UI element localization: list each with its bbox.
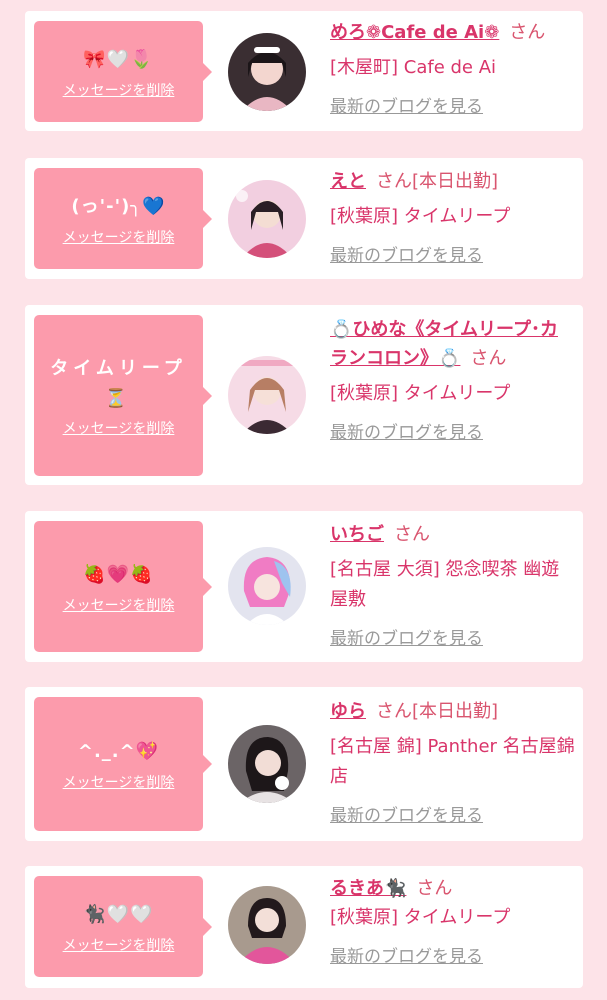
list-item: 🎀🤍🌷 メッセージを削除 めろ❁Cafe de Ai❁ さん [木屋町] Cafe… bbox=[25, 11, 583, 131]
profile-photo-icon bbox=[228, 356, 306, 434]
list-item: 🍓💗🍓 メッセージを削除 いちご さん [名古屋 大須] 怨念喫茶 幽遊屋敷 最新… bbox=[25, 511, 583, 662]
profile-photo-icon bbox=[228, 886, 306, 964]
delete-message-link[interactable]: メッセージを削除 bbox=[63, 935, 175, 955]
message-box: 🍓💗🍓 メッセージを削除 bbox=[34, 521, 212, 652]
message-box: 🎀🤍🌷 メッセージを削除 bbox=[34, 21, 212, 122]
latest-blog-link[interactable]: 最新のブログを見る bbox=[330, 801, 483, 826]
avatar[interactable] bbox=[228, 180, 306, 258]
message-text: 🍓💗🍓 bbox=[83, 563, 154, 585]
cast-name-link[interactable]: めろ❁Cafe de Ai❁ bbox=[330, 22, 499, 43]
cast-info: えと さん[本日出勤] [秋葉原] タイムリープ 最新のブログを見る bbox=[330, 168, 575, 266]
cast-info: ゆら さん[本日出勤] [名古屋 錦] Panther 名古屋錦店 最新のブログを… bbox=[330, 698, 575, 826]
list-item: 🐈‍⬛🤍🤍 メッセージを削除 るきあ🐈‍⬛ さん [秋葉原] タイムリープ 最新の… bbox=[25, 866, 583, 988]
latest-blog-link[interactable]: 最新のブログを見る bbox=[330, 92, 483, 117]
latest-blog-link[interactable]: 最新のブログを見る bbox=[330, 418, 483, 443]
profile-photo-icon bbox=[228, 33, 306, 111]
cast-info: 💍ひめな《タイムリープ･カランコロン》💍 さん [秋葉原] タイムリープ 最新のブ… bbox=[330, 315, 575, 443]
cast-name-link[interactable]: えと bbox=[330, 171, 366, 192]
favorite-list: 🎀🤍🌷 メッセージを削除 めろ❁Cafe de Ai❁ さん [木屋町] Cafe… bbox=[0, 0, 607, 1000]
shop-name: [名古屋 大須] 怨念喫茶 幽遊屋敷 bbox=[330, 559, 560, 610]
status-text: [本日出勤] bbox=[412, 171, 499, 192]
delete-message-link[interactable]: メッセージを削除 bbox=[63, 772, 175, 792]
cast-info: いちご さん [名古屋 大須] 怨念喫茶 幽遊屋敷 最新のブログを見る bbox=[330, 521, 575, 649]
honorific: さん bbox=[394, 524, 430, 545]
message-box: タイムリープ⏳ メッセージを削除 bbox=[34, 315, 212, 476]
delete-message-link[interactable]: メッセージを削除 bbox=[63, 595, 175, 615]
cast-info: るきあ🐈‍⬛ さん [秋葉原] タイムリープ 最新のブログを見る bbox=[330, 875, 575, 967]
cast-info: めろ❁Cafe de Ai❁ さん [木屋町] Cafe de Ai 最新のブログ… bbox=[330, 19, 575, 117]
avatar[interactable] bbox=[228, 356, 306, 434]
honorific: さん bbox=[376, 171, 412, 192]
cast-name-link[interactable]: いちご bbox=[330, 524, 384, 545]
message-text: ^._.^💖 bbox=[77, 741, 160, 762]
avatar[interactable] bbox=[228, 33, 306, 111]
profile-photo-icon bbox=[228, 725, 306, 803]
shop-name: [名古屋 錦] Panther 名古屋錦店 bbox=[330, 736, 575, 787]
profile-photo-icon bbox=[228, 180, 306, 258]
honorific: さん bbox=[509, 22, 546, 43]
message-box: 🐈‍⬛🤍🤍 メッセージを削除 bbox=[34, 876, 212, 977]
latest-blog-link[interactable]: 最新のブログを見る bbox=[330, 624, 483, 649]
honorific: さん bbox=[376, 701, 412, 722]
cast-name-link[interactable]: るきあ🐈‍⬛ bbox=[330, 878, 406, 899]
message-text: 🎀🤍🌷 bbox=[83, 48, 154, 70]
message-text: 🐈‍⬛🤍🤍 bbox=[83, 903, 154, 925]
list-item: (っ'-')╮💙 メッセージを削除 えと さん[本日出勤] [秋葉原] タイムリー… bbox=[25, 158, 583, 279]
message-box: (っ'-')╮💙 メッセージを削除 bbox=[34, 168, 212, 269]
latest-blog-link[interactable]: 最新のブログを見る bbox=[330, 241, 483, 266]
avatar[interactable] bbox=[228, 725, 306, 803]
delete-message-link[interactable]: メッセージを削除 bbox=[63, 418, 175, 438]
avatar[interactable] bbox=[228, 886, 306, 964]
message-box: ^._.^💖 メッセージを削除 bbox=[34, 697, 212, 831]
honorific: さん bbox=[470, 348, 507, 369]
list-item: ^._.^💖 メッセージを削除 ゆら さん[本日出勤] [名古屋 錦] Panth… bbox=[25, 687, 583, 841]
shop-name: [秋葉原] タイムリープ bbox=[330, 206, 511, 227]
cast-name-link[interactable]: 💍ひめな《タイムリープ･カランコロン》💍 bbox=[330, 319, 558, 369]
shop-name: [秋葉原] タイムリープ bbox=[330, 383, 511, 404]
status-text: [本日出勤] bbox=[412, 701, 499, 722]
shop-name: [秋葉原] タイムリープ bbox=[330, 907, 511, 928]
message-text: (っ'-')╮💙 bbox=[71, 195, 166, 217]
delete-message-link[interactable]: メッセージを削除 bbox=[63, 80, 175, 100]
list-item: タイムリープ⏳ メッセージを削除 💍ひめな《タイムリープ･カランコロン》💍 さん … bbox=[25, 305, 583, 485]
shop-name: [木屋町] Cafe de Ai bbox=[330, 57, 497, 78]
honorific: さん bbox=[416, 878, 453, 899]
profile-photo-icon bbox=[228, 547, 306, 625]
avatar[interactable] bbox=[228, 547, 306, 625]
delete-message-link[interactable]: メッセージを削除 bbox=[63, 227, 175, 247]
message-text: タイムリープ⏳ bbox=[50, 357, 187, 409]
latest-blog-link[interactable]: 最新のブログを見る bbox=[330, 942, 483, 967]
cast-name-link[interactable]: ゆら bbox=[330, 701, 366, 722]
